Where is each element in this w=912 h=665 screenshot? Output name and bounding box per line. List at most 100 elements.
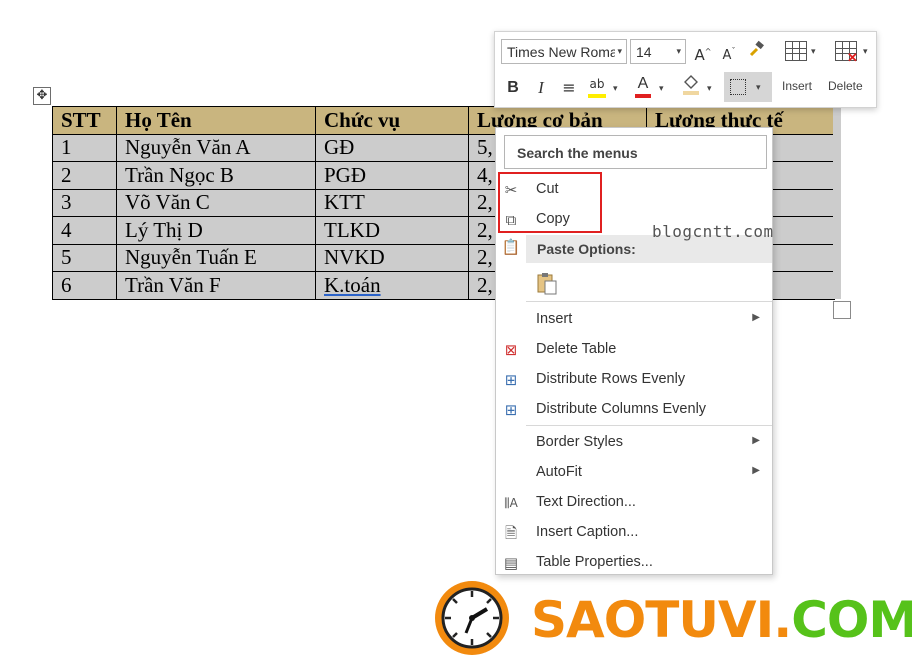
site-logo-text: SAOTUVI.COM — [531, 591, 912, 649]
menu-item-label: Distribute Rows Evenly — [536, 371, 686, 387]
menu-item-distribute-columns[interactable]: ⊞ Distribute Columns Evenly — [496, 395, 772, 424]
cell-stt[interactable]: 3 — [52, 188, 117, 217]
shading-button[interactable] — [679, 74, 703, 98]
highlight-button[interactable]: ab — [585, 76, 609, 100]
menu-item-label: Table Properties... — [536, 554, 653, 570]
menu-item-insert-caption[interactable]: 🗎 Insert Caption... — [496, 518, 772, 547]
borders-button[interactable]: ▾ — [724, 72, 772, 102]
cell-name[interactable]: Lý Thị D — [116, 216, 316, 245]
highlight-color-bar — [588, 94, 606, 98]
submenu-arrow-icon: ▶ — [752, 435, 760, 446]
italic-button[interactable]: I — [529, 76, 553, 100]
align-center-icon: ≡ — [562, 78, 576, 97]
text-direction-icon: ⫼A — [504, 496, 518, 510]
highlight-box — [498, 172, 602, 233]
menu-item-label: Delete Table — [536, 341, 617, 357]
move-arrows-icon: ✥ — [36, 88, 48, 103]
menu-item-label: Border Styles — [536, 434, 624, 450]
font-name-dropdown[interactable]: Times New Roma ▾ — [501, 39, 627, 64]
header-name[interactable]: Họ Tên — [116, 106, 316, 135]
insert-table-icon[interactable] — [785, 41, 807, 61]
cell-stt[interactable]: 5 — [52, 243, 117, 272]
cell-role[interactable]: NVKD — [315, 243, 469, 272]
cell-role[interactable]: K.toán — [315, 271, 469, 300]
header-role[interactable]: Chức vụ — [315, 106, 469, 135]
menu-item-border-styles[interactable]: Border Styles ▶ — [496, 428, 772, 457]
menu-item-insert[interactable]: Insert ▶ — [496, 305, 772, 334]
menu-item-label: Insert — [536, 311, 573, 327]
cell-stt[interactable]: 4 — [52, 216, 117, 245]
cell-role[interactable]: TLKD — [315, 216, 469, 245]
submenu-arrow-icon: ▶ — [752, 465, 760, 476]
insert-label[interactable]: Insert — [782, 79, 812, 93]
cell-name[interactable]: Trần Ngọc B — [116, 161, 316, 190]
highlighter-icon: ab — [589, 77, 605, 91]
search-menus-input[interactable]: Search the menus — [504, 135, 767, 169]
cell-name[interactable]: Trần Văn F — [116, 271, 316, 300]
delete-label[interactable]: Delete — [828, 79, 863, 93]
chevron-down-icon: ▾ — [659, 83, 664, 93]
menu-item-table-properties[interactable]: ▤ Table Properties... — [496, 548, 772, 577]
table-selection-edge — [833, 106, 841, 299]
menu-item-label: Insert Caption... — [536, 524, 639, 540]
table-move-handle[interactable]: ✥ — [33, 87, 51, 105]
font-color-icon: A — [637, 75, 649, 92]
chevron-down-icon: ▾ — [707, 83, 712, 93]
mini-toolbar: Times New Roma ▾ 14 ▾ A^ Aˇ ▾ ✕ ▾ B I ≡ … — [494, 31, 877, 108]
menu-separator — [526, 425, 772, 426]
font-color-bar — [635, 94, 651, 98]
submenu-arrow-icon: ▶ — [752, 312, 760, 323]
paint-bucket-icon — [683, 75, 699, 95]
format-painter-icon — [749, 40, 764, 57]
chevron-down-icon: ▾ — [863, 46, 868, 56]
cell-name[interactable]: Võ Văn C — [116, 188, 316, 217]
header-stt[interactable]: STT — [52, 106, 117, 135]
delete-x-icon: ✕ — [847, 50, 858, 65]
center-align-button[interactable]: ≡ — [557, 76, 581, 100]
chevron-down-icon: ▾ — [615, 46, 622, 57]
grow-font-button[interactable]: A^ — [691, 40, 715, 64]
borders-icon — [730, 79, 746, 95]
chevron-down-icon: ▾ — [811, 46, 816, 56]
chevron-down-icon: ▾ — [613, 83, 618, 93]
menu-item-distribute-rows[interactable]: ⊞ Distribute Rows Evenly — [496, 365, 772, 394]
cell-stt[interactable]: 1 — [52, 133, 117, 162]
logo-text-green: COM — [791, 591, 912, 649]
bold-button[interactable]: B — [501, 76, 525, 100]
insert-caption-icon: 🗎 — [504, 524, 518, 542]
menu-item-text-direction[interactable]: ⫼A Text Direction... — [496, 488, 772, 517]
watermark-text: blogcntt.com — [652, 222, 774, 241]
menu-item-label: Distribute Columns Evenly — [536, 401, 707, 417]
distribute-columns-icon: ⊞ — [504, 401, 518, 419]
font-size-dropdown[interactable]: 14 ▾ — [630, 39, 686, 64]
chevron-down-icon: ▾ — [756, 82, 761, 92]
font-color-button[interactable]: A — [631, 74, 655, 98]
logo-text-orange: SAOTUVI. — [531, 591, 792, 649]
format-painter-button[interactable] — [745, 40, 769, 64]
paste-icon — [537, 273, 557, 295]
grow-font-icon: A^ — [694, 46, 712, 64]
chevron-down-icon: ▾ — [674, 46, 681, 57]
cell-name[interactable]: Nguyễn Văn A — [116, 133, 316, 162]
cell-role[interactable]: PGĐ — [315, 161, 469, 190]
cell-stt[interactable]: 6 — [52, 271, 117, 300]
clipboard-icon: 📋 — [501, 238, 521, 256]
clock-logo-icon — [435, 581, 509, 655]
cell-name[interactable]: Nguyễn Tuấn E — [116, 243, 316, 272]
menu-item-label: Text Direction... — [536, 494, 636, 510]
font-size-value: 14 — [636, 44, 652, 60]
cell-role[interactable]: GĐ — [315, 133, 469, 162]
delete-table-icon: ⊠ — [504, 341, 518, 359]
table-resize-handle[interactable] — [833, 301, 851, 319]
menu-item-autofit[interactable]: AutoFit ▶ — [496, 458, 772, 487]
menu-separator — [526, 301, 772, 302]
table-properties-icon: ▤ — [503, 554, 519, 572]
font-name-value: Times New Roma — [507, 44, 618, 60]
cell-stt[interactable]: 2 — [52, 161, 117, 190]
distribute-rows-icon: ⊞ — [504, 371, 518, 389]
menu-item-label: AutoFit — [536, 464, 582, 480]
paste-keep-source-button[interactable] — [536, 272, 558, 296]
menu-item-delete-table[interactable]: ⊠ Delete Table — [496, 335, 772, 364]
cell-role[interactable]: KTT — [315, 188, 469, 217]
shrink-font-button[interactable]: Aˇ — [717, 40, 741, 64]
